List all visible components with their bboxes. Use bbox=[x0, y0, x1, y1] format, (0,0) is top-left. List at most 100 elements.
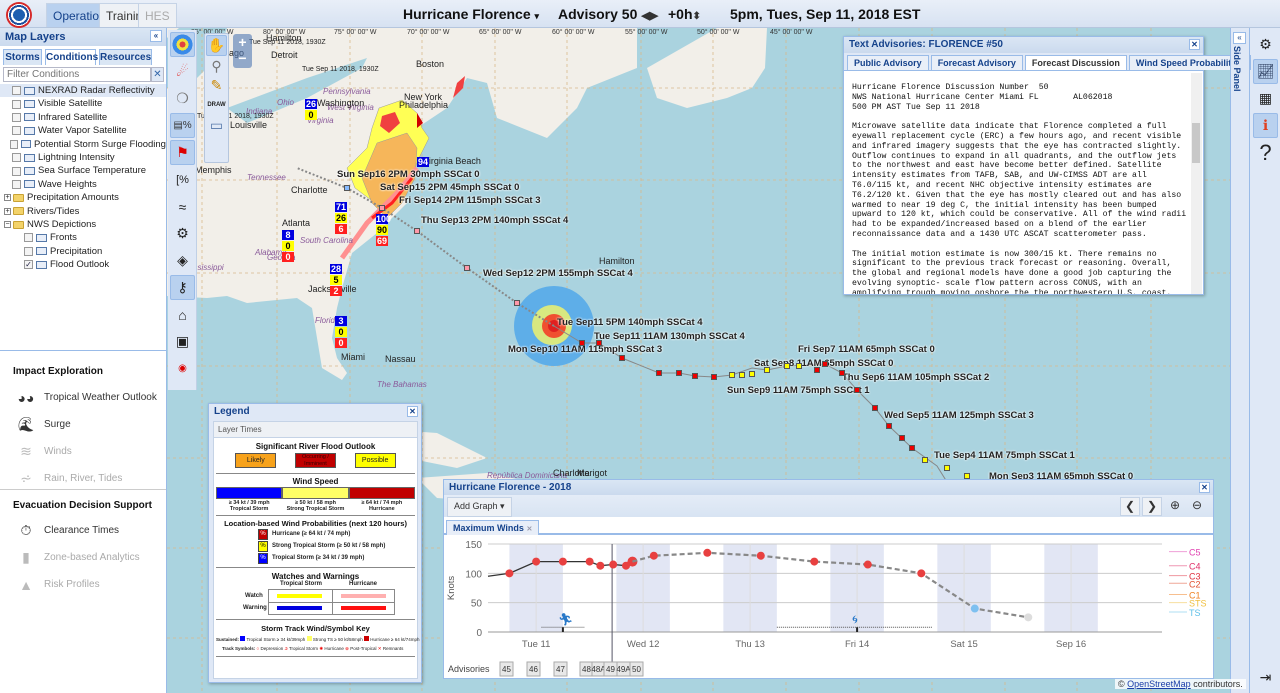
wind-probability-marker[interactable]: 94 bbox=[417, 157, 429, 168]
track-point[interactable] bbox=[922, 457, 928, 463]
track-point[interactable] bbox=[839, 370, 845, 376]
advisory-button-label[interactable]: 48 bbox=[582, 665, 591, 674]
layer-item[interactable]: − NWS Depictions bbox=[0, 218, 166, 231]
forecast-point[interactable] bbox=[1024, 613, 1033, 622]
wind-probability-marker[interactable]: 71 26 6 bbox=[335, 202, 347, 235]
track-point[interactable] bbox=[886, 423, 892, 429]
tab-storms[interactable]: Storms bbox=[3, 49, 42, 65]
track-point[interactable] bbox=[619, 355, 625, 361]
settings-network-icon[interactable]: ⚙ bbox=[170, 221, 195, 246]
forecast-point[interactable] bbox=[917, 569, 926, 578]
add-graph-button[interactable]: Add Graph ▾ bbox=[447, 497, 512, 517]
filter-conditions-input[interactable] bbox=[3, 67, 151, 82]
expand-side-panel-icon[interactable]: « bbox=[1233, 32, 1246, 44]
tab-forecast-advisory[interactable]: Forecast Advisory bbox=[930, 55, 1023, 70]
evac-clearance-times[interactable]: ⏱ Clearance Times bbox=[0, 517, 166, 544]
track-point[interactable] bbox=[596, 340, 602, 346]
wind-probability-marker[interactable]: 300 bbox=[335, 316, 347, 349]
advisory-button-label[interactable]: 45 bbox=[502, 665, 511, 674]
close-tab-icon[interactable]: ✕ bbox=[526, 526, 532, 533]
side-panel-collapsed[interactable] bbox=[1230, 28, 1250, 693]
layer-item[interactable]: Fronts bbox=[0, 231, 166, 244]
logout-icon[interactable]: ⇥ bbox=[1253, 665, 1278, 690]
layer-checkbox[interactable] bbox=[10, 139, 19, 149]
advisory-button-label[interactable]: 49A bbox=[616, 665, 631, 674]
forecast-point[interactable] bbox=[649, 551, 658, 560]
track-point[interactable] bbox=[414, 228, 420, 234]
advisory-button-label[interactable]: 49 bbox=[606, 665, 615, 674]
surge-tool-icon[interactable]: ≈ bbox=[170, 194, 195, 219]
tab-forecast-discussion[interactable]: Forecast Discussion bbox=[1024, 55, 1127, 70]
track-point[interactable] bbox=[764, 367, 770, 373]
table-icon[interactable]: ▦ bbox=[1253, 86, 1278, 111]
layer-item[interactable]: + Rivers/Tides bbox=[0, 205, 166, 218]
advisory-button-label[interactable]: 50 bbox=[632, 665, 641, 674]
graph-tool-icon[interactable]: 📈︎ bbox=[1253, 59, 1278, 84]
layer-checkbox[interactable] bbox=[12, 112, 21, 122]
forecast-point[interactable] bbox=[756, 551, 765, 560]
record-icon[interactable]: ◉ bbox=[170, 356, 195, 381]
track-outline-icon[interactable]: ❍ bbox=[170, 86, 195, 111]
zoom-in-button[interactable]: + bbox=[233, 34, 252, 50]
wind-probability-marker[interactable]: 26 0 bbox=[305, 99, 317, 121]
key-icon[interactable]: ⚷ bbox=[170, 275, 195, 300]
layer-item[interactable]: Sea Surface Temperature bbox=[0, 164, 166, 177]
track-point[interactable] bbox=[796, 363, 802, 369]
measure-ruler-icon[interactable]: ✎ bbox=[206, 76, 227, 94]
track-point[interactable] bbox=[711, 374, 717, 380]
text-advisory-icon[interactable]: ℹ bbox=[1253, 113, 1278, 138]
percent-bracket-icon[interactable]: [% bbox=[170, 167, 195, 192]
warning-flag-icon[interactable]: ⚑ bbox=[170, 140, 195, 165]
scrollbar-thumb[interactable] bbox=[1192, 123, 1200, 163]
track-point[interactable] bbox=[379, 205, 385, 211]
track-point[interactable] bbox=[944, 465, 950, 471]
track-point[interactable] bbox=[656, 370, 662, 376]
tab-conditions[interactable]: Conditions bbox=[45, 49, 98, 65]
layer-checkbox[interactable] bbox=[12, 166, 21, 176]
screen-icon[interactable]: ▣ bbox=[170, 329, 195, 354]
magnify-icon[interactable]: ⚲ bbox=[206, 57, 227, 75]
observed-point[interactable] bbox=[558, 557, 567, 566]
observed-point[interactable] bbox=[532, 557, 541, 566]
track-point[interactable] bbox=[344, 185, 350, 191]
tab-resources[interactable]: Resources bbox=[99, 49, 152, 65]
observed-point[interactable] bbox=[596, 561, 605, 570]
cone-tool-icon[interactable]: ☄ bbox=[170, 59, 195, 84]
track-point[interactable] bbox=[692, 373, 698, 379]
home-icon[interactable]: ⌂ bbox=[170, 302, 195, 327]
offset-spinner-icon[interactable]: ⬍ bbox=[693, 11, 701, 22]
forecast-point[interactable] bbox=[703, 548, 712, 557]
settings-gears-icon[interactable]: ⚙ bbox=[1253, 32, 1278, 57]
layer-item[interactable]: Precipitation bbox=[0, 245, 166, 258]
impact-tropical-weather-outlook[interactable]: ◕◕ Tropical Weather Outlook bbox=[0, 384, 166, 411]
observed-point[interactable] bbox=[609, 560, 618, 569]
layer-item[interactable]: Infrared Satellite bbox=[0, 111, 166, 124]
layer-item[interactable]: + Precipitation Amounts bbox=[0, 191, 166, 204]
track-point[interactable] bbox=[899, 435, 905, 441]
track-point[interactable] bbox=[872, 405, 878, 411]
osm-link[interactable]: OpenStreetMap bbox=[1127, 679, 1191, 689]
layer-checkbox[interactable] bbox=[12, 179, 21, 189]
layer-item[interactable]: NEXRAD Radar Reflectivity bbox=[0, 84, 166, 98]
pan-hand-icon[interactable]: ✋ bbox=[206, 35, 227, 56]
storm-center-tool-icon[interactable] bbox=[170, 32, 195, 57]
track-point[interactable] bbox=[514, 300, 520, 306]
close-icon[interactable]: ✕ bbox=[1189, 39, 1200, 50]
observed-point[interactable] bbox=[585, 557, 594, 566]
graph-zoom-in-icon[interactable]: ⊕ bbox=[1165, 497, 1185, 516]
collapse-icon[interactable]: − bbox=[4, 221, 11, 229]
wind-probability-icon[interactable]: ▤% bbox=[170, 113, 195, 138]
tab-maximum-winds[interactable]: Maximum Winds ✕ bbox=[446, 520, 540, 535]
layer-item[interactable]: Wave Heights bbox=[0, 178, 166, 191]
advisory-button-label[interactable]: 46 bbox=[529, 665, 538, 674]
clear-filter-icon[interactable]: ✕ bbox=[151, 67, 164, 82]
wind-probability-marker[interactable]: 100 90 69 bbox=[376, 214, 391, 247]
layer-checkbox[interactable]: ✓ bbox=[24, 260, 33, 270]
draw-icon[interactable]: DRAW bbox=[206, 95, 227, 115]
wind-probability-marker[interactable]: 800 bbox=[282, 230, 294, 263]
expand-icon[interactable]: + bbox=[4, 194, 11, 202]
graph-prev-button[interactable]: ❮ bbox=[1120, 497, 1140, 516]
track-point[interactable] bbox=[579, 340, 585, 346]
zoom-out-button[interactable]: − bbox=[233, 50, 252, 66]
track-point[interactable] bbox=[909, 445, 915, 451]
